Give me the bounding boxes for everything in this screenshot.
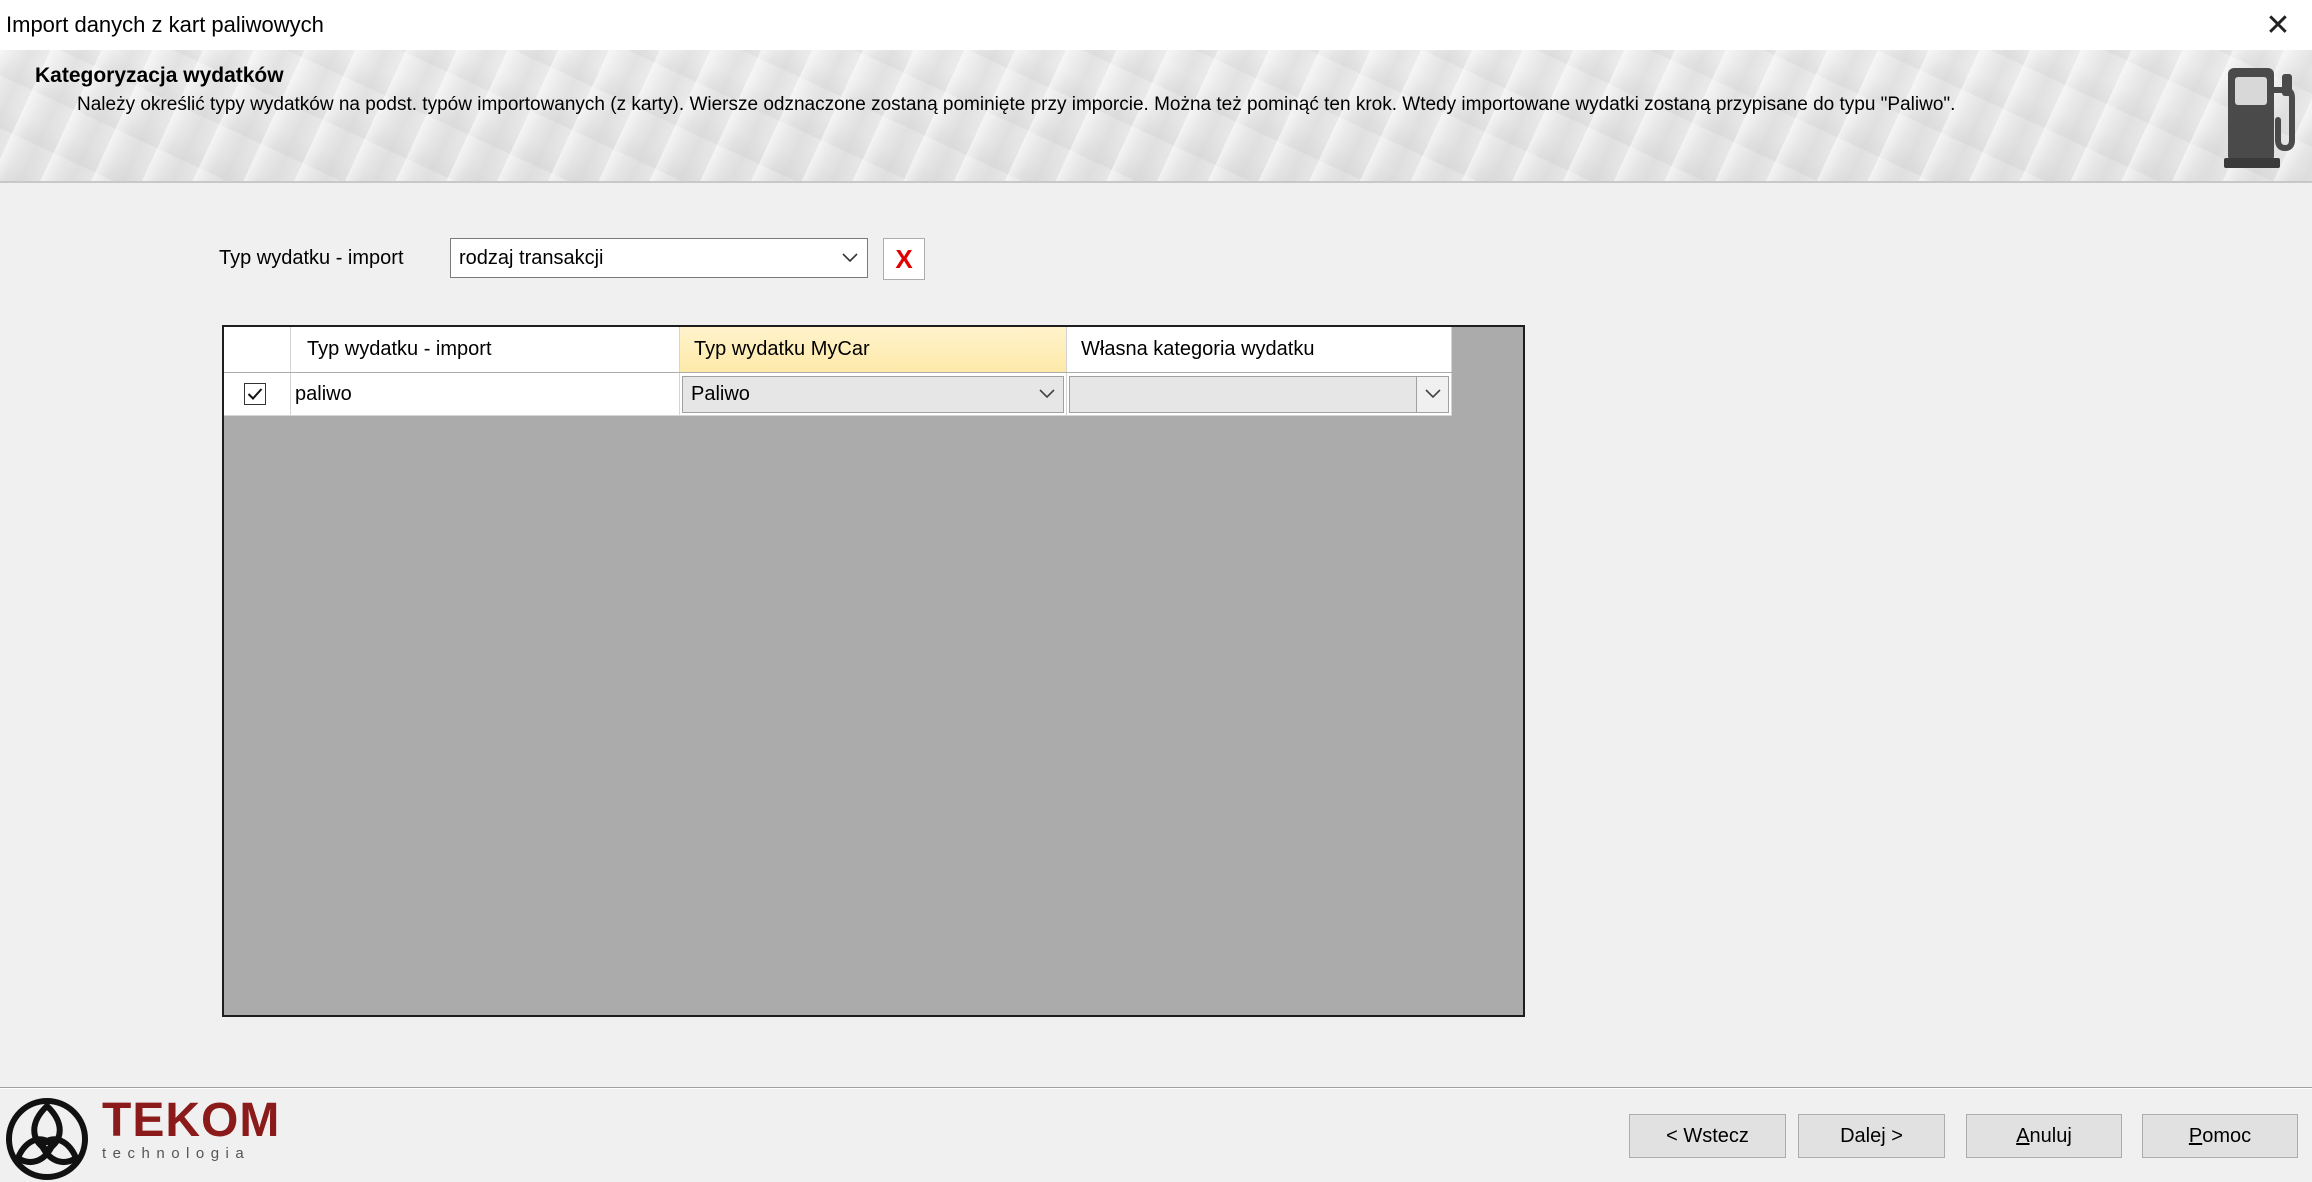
cancel-button-label: Anuluj — [2016, 1124, 2072, 1147]
import-type-cell: paliwo — [291, 373, 680, 416]
row-checkbox[interactable] — [244, 383, 266, 405]
mycar-type-value: Paliwo — [691, 382, 750, 405]
grid-header: Typ wydatku - import Typ wydatku MyCar W… — [224, 327, 1452, 372]
step-description: Należy określić typy wydatków na podst. … — [77, 94, 1956, 115]
cancel-button[interactable]: Anuluj — [1966, 1114, 2122, 1158]
next-button-label: Dalej > — [1840, 1124, 1903, 1147]
mycar-type-combobox[interactable]: Paliwo — [682, 375, 1064, 413]
back-button[interactable]: < Wstecz — [1629, 1114, 1786, 1158]
row-checkbox-cell[interactable] — [224, 373, 291, 416]
clear-filter-button[interactable]: X — [883, 238, 925, 280]
window-title: Import danych z kart paliwowych — [6, 12, 324, 37]
close-button[interactable]: ✕ — [2244, 0, 2312, 50]
close-icon: ✕ — [2265, 8, 2291, 42]
next-button[interactable]: Dalej > — [1798, 1114, 1945, 1158]
mycar-type-cell[interactable]: Paliwo — [680, 373, 1067, 416]
logo-brand-text: TEKOM — [102, 1094, 281, 1147]
import-wizard-window: Import danych z kart paliwowych ✕ Katego… — [0, 0, 2312, 1182]
own-category-combobox[interactable] — [1069, 375, 1449, 413]
fuel-pump-icon — [2224, 68, 2295, 168]
help-button[interactable]: Pomoc — [2142, 1114, 2298, 1158]
title-bar: Import danych z kart paliwowych ✕ — [0, 0, 2312, 50]
filter-label: Typ wydatku - import — [219, 247, 404, 269]
table-row: paliwo Paliwo — [224, 373, 1452, 416]
help-button-label: Pomoc — [2188, 1124, 2252, 1147]
wizard-header: Kategoryzacja wydatków Należy określić t… — [0, 50, 2312, 183]
column-header-own-category[interactable]: Własna kategoria wydatku — [1067, 327, 1452, 372]
category-grid: Typ wydatku - import Typ wydatku MyCar W… — [222, 325, 1525, 1017]
column-header-import-type[interactable]: Typ wydatku - import — [291, 327, 680, 372]
header-checkbox-column — [224, 327, 291, 372]
checkmark-icon — [247, 388, 263, 400]
step-title: Kategoryzacja wydatków — [35, 64, 284, 87]
own-category-cell[interactable] — [1067, 373, 1452, 416]
import-type-combobox[interactable]: rodzaj transakcji — [450, 238, 868, 278]
back-button-label: < Wstecz — [1666, 1124, 1749, 1147]
tekom-logo: TEKOM technologia — [6, 1094, 281, 1180]
clear-x-icon: X — [895, 243, 913, 274]
chevron-down-icon — [1031, 377, 1063, 412]
logo-sub-text: technologia — [102, 1145, 251, 1162]
footer-separator — [0, 1087, 2312, 1089]
chevron-down-icon — [833, 253, 867, 263]
tekom-logo-mark-icon — [6, 1098, 88, 1180]
column-header-mycar-type[interactable]: Typ wydatku MyCar — [680, 327, 1067, 372]
import-type-value: rodzaj transakcji — [459, 246, 604, 269]
chevron-down-icon — [1416, 376, 1448, 412]
